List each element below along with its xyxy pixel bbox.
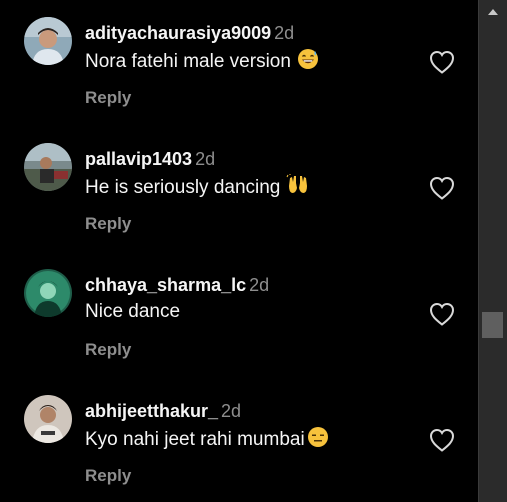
comment-meta: adityachaurasiya9009 2d	[85, 22, 294, 44]
comment-text-content: He is seriously dancing	[85, 177, 281, 198]
comments-list: adityachaurasiya9009 2d Nora fatehi male …	[0, 0, 478, 502]
comment-time: 2d	[221, 401, 242, 421]
heart-outline-icon[interactable]	[428, 49, 456, 75]
comment-time: 2d	[249, 275, 270, 295]
avatar[interactable]	[24, 395, 72, 443]
avatar[interactable]	[24, 269, 72, 317]
heart-outline-icon[interactable]	[428, 301, 456, 327]
reply-button[interactable]: Reply	[85, 466, 131, 486]
avatar[interactable]	[24, 17, 72, 65]
comment-username[interactable]: adityachaurasiya9009	[85, 23, 271, 43]
comment-text: Kyo nahi jeet rahi mumbai	[85, 426, 329, 455]
comment-text-content: Nora fatehi male version	[85, 51, 291, 72]
comment-meta: chhaya_sharma_lc 2d	[85, 274, 269, 296]
reply-button[interactable]: Reply	[85, 214, 131, 234]
comment-time: 2d	[274, 23, 295, 43]
raising-hands-emoji	[286, 174, 310, 203]
heart-outline-icon[interactable]	[428, 427, 456, 453]
scroll-up-arrow-icon[interactable]	[487, 4, 499, 15]
comment-text-content: Kyo nahi jeet rahi mumbai	[85, 429, 305, 450]
comment-item: pallavip1403 2d He is seriously dancing R…	[0, 126, 478, 246]
heart-outline-icon[interactable]	[428, 175, 456, 201]
comment-meta: pallavip1403 2d	[85, 148, 215, 170]
comment-time: 2d	[195, 149, 216, 169]
grinning-sweat-emoji	[297, 48, 319, 77]
reply-button[interactable]: Reply	[85, 340, 131, 360]
avatar[interactable]	[24, 143, 72, 191]
comment-username[interactable]: chhaya_sharma_lc	[85, 275, 246, 295]
expressionless-face-emoji	[307, 426, 329, 455]
reply-button[interactable]: Reply	[85, 88, 131, 108]
comment-text-content: Nice dance	[85, 301, 181, 322]
comment-text: Nora fatehi male version	[85, 48, 319, 77]
scrollbar-thumb[interactable]	[482, 312, 503, 338]
comment-item: chhaya_sharma_lc 2d Nice dance Reply	[0, 252, 478, 372]
comment-text: He is seriously dancing	[85, 174, 310, 203]
comment-username[interactable]: abhijeetthakur_	[85, 401, 218, 421]
comment-meta: abhijeetthakur_ 2d	[85, 400, 241, 422]
vertical-scrollbar[interactable]	[478, 0, 507, 502]
comment-username[interactable]: pallavip1403	[85, 149, 192, 169]
comment-item: adityachaurasiya9009 2d Nora fatehi male …	[0, 0, 478, 120]
comment-item: abhijeetthakur_ 2d Kyo nahi jeet rahi mum…	[0, 378, 478, 498]
comment-text: Nice dance	[85, 300, 180, 324]
